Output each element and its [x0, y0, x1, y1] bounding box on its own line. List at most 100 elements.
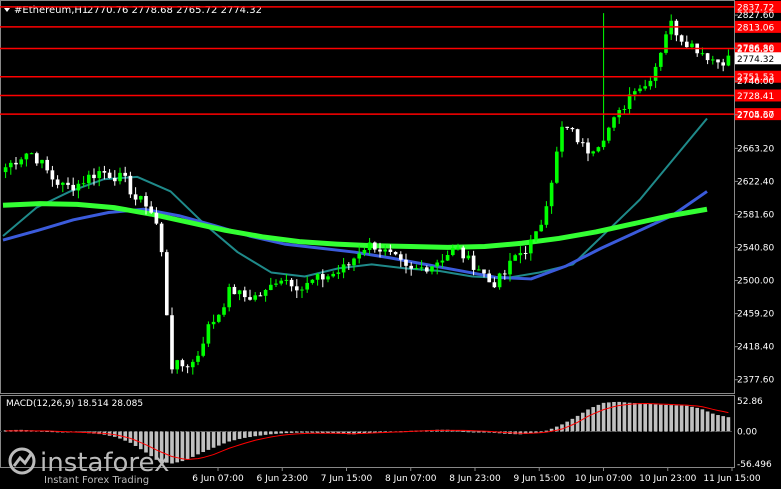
- candle-body: [383, 249, 388, 252]
- x-tick-label: 11 Jun 15:00: [703, 474, 760, 484]
- candle-body: [112, 177, 117, 182]
- macd-bar: [279, 431, 284, 434]
- candle-body: [24, 153, 29, 160]
- macd-bar: [721, 416, 726, 432]
- candle-body: [357, 253, 362, 259]
- candle-body: [34, 153, 39, 164]
- y-tick-label: 2622.40: [737, 177, 774, 187]
- candle-body: [726, 55, 731, 66]
- candle-body: [326, 276, 330, 280]
- candle-body: [170, 315, 174, 370]
- candle-body: [658, 52, 663, 67]
- macd-bar: [185, 431, 190, 460]
- y-tick-label: 2418.40: [737, 343, 774, 353]
- macd-bar: [705, 411, 710, 432]
- macd-bar: [638, 403, 642, 432]
- candle-body: [336, 272, 341, 274]
- candle-body: [638, 88, 642, 92]
- macd-bar: [461, 430, 466, 432]
- candle-body: [154, 212, 159, 224]
- candle-body: [684, 41, 689, 48]
- candle-body: [222, 307, 226, 315]
- macd-y-tick-label: -56.496: [737, 460, 772, 470]
- candle-body: [502, 273, 507, 275]
- candle-body: [107, 172, 112, 178]
- macd-bar: [700, 409, 705, 432]
- candle-body: [190, 361, 195, 368]
- candle-body: [445, 255, 450, 261]
- price-panel-frame: [0, 0, 735, 394]
- candle-body: [320, 274, 325, 280]
- macd-bar: [242, 431, 247, 438]
- macd-bar: [591, 407, 596, 432]
- candle-body: [404, 259, 408, 266]
- candle-body: [679, 35, 684, 42]
- candle-body: [596, 147, 601, 152]
- candle-body: [237, 290, 242, 295]
- y-tick-label: 2581.60: [737, 210, 774, 220]
- macd-bar: [170, 431, 174, 464]
- macd-bar: [575, 415, 580, 432]
- macd-bar: [658, 404, 663, 432]
- candle-body: [461, 247, 466, 259]
- macd-bar: [586, 409, 590, 432]
- x-tick-label: 10 Jun 07:00: [575, 474, 632, 484]
- candle-body: [284, 279, 289, 281]
- macd-bar: [206, 431, 211, 450]
- x-tick-label: 7 Jun 15:00: [321, 474, 373, 484]
- candle-body: [378, 249, 382, 252]
- candle-body: [471, 255, 476, 270]
- macd-bar: [222, 431, 226, 444]
- candle-body: [19, 159, 24, 165]
- candle-body: [294, 286, 299, 291]
- macd-bar: [726, 417, 731, 432]
- candle-body: [622, 108, 627, 110]
- candle-body: [580, 142, 585, 144]
- macd-bar: [471, 431, 476, 433]
- candle-body: [435, 262, 440, 267]
- y-tick-label: 2827.60: [737, 11, 774, 21]
- candle-body: [674, 20, 679, 36]
- macd-bar: [674, 405, 679, 432]
- macd-bar: [180, 431, 185, 462]
- candle-body: [159, 223, 164, 253]
- y-tick-label: 2663.20: [737, 144, 774, 154]
- macd-bar: [294, 431, 299, 433]
- macd-bar: [144, 431, 148, 453]
- candle-body: [81, 183, 86, 185]
- candle-body: [45, 159, 50, 171]
- candle-body: [263, 290, 268, 296]
- candle-body: [40, 159, 44, 164]
- candle-body: [310, 279, 315, 283]
- candle-body: [341, 264, 346, 273]
- candle-body: [362, 249, 367, 254]
- candle-body: [3, 167, 8, 173]
- candle-body: [710, 59, 715, 61]
- candle-body: [133, 194, 138, 200]
- candle-body: [201, 343, 206, 356]
- candle-body: [549, 182, 554, 207]
- chevron-down-icon[interactable]: [4, 8, 10, 12]
- candle-body: [476, 269, 481, 271]
- macd-bar: [133, 431, 138, 446]
- candle-body: [508, 260, 512, 275]
- level-label: 2813.06: [737, 23, 774, 33]
- macd-bar: [716, 415, 720, 432]
- candle-body: [466, 255, 471, 259]
- candle-body: [554, 151, 559, 183]
- candle-body: [424, 267, 429, 272]
- candle-body: [180, 360, 185, 367]
- macd-bar: [305, 431, 310, 433]
- candle-body: [482, 269, 486, 274]
- candle-body: [716, 59, 720, 63]
- candle-body: [175, 360, 180, 370]
- macd-bar: [310, 431, 315, 433]
- candle-body: [606, 127, 611, 141]
- candle-body: [612, 117, 616, 128]
- macd-bar: [690, 406, 694, 432]
- candle-body: [211, 321, 216, 325]
- macd-bar: [617, 401, 622, 432]
- macd-bar: [601, 402, 606, 432]
- macd-bar: [466, 431, 471, 433]
- candle-body: [97, 171, 102, 179]
